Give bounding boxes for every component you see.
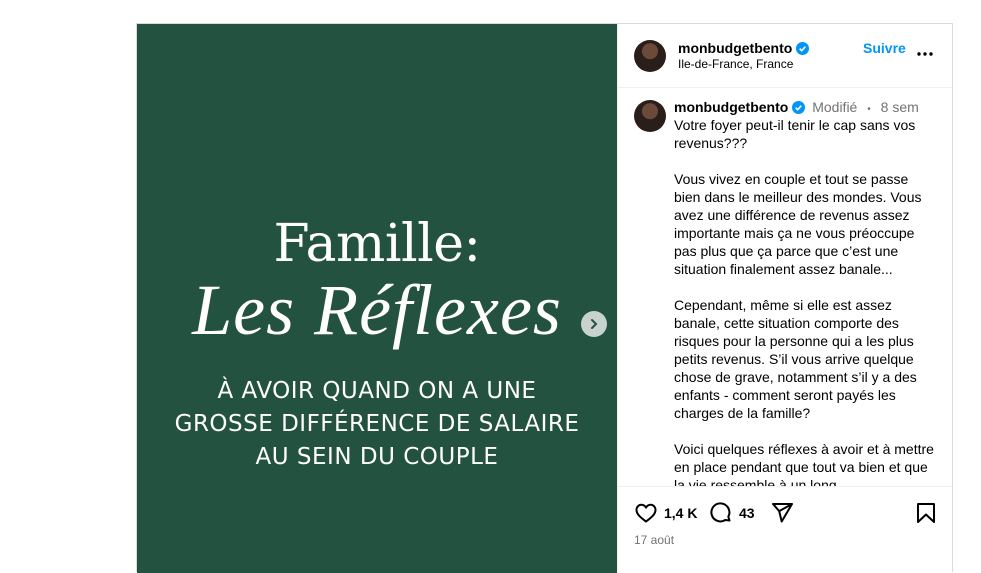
header-user: monbudgetbento [678,40,810,58]
image-subtitle-line-1: À AVOIR QUAND ON A UNE [217,378,537,404]
post-image[interactable]: Famille: Les Réflexes À AVOIR QUAND ON A… [137,24,617,573]
caption-avatar[interactable] [634,100,666,132]
image-script-title: Les Réflexes [192,270,562,350]
comment-group: 43 [709,501,755,525]
like-count[interactable]: 1,4 K [664,505,697,521]
save-group [914,501,938,525]
follow-button[interactable]: Suivre [863,40,906,56]
caption-header: monbudgetbento Modifié • 8 sem [674,99,919,115]
more-options-icon[interactable] [915,44,935,64]
bookmark-icon[interactable] [914,501,938,525]
action-bar: 1,4 K 43 17 août [618,486,952,572]
caption-section: monbudgetbento Modifié • 8 sem Votre foy… [618,88,952,486]
comment-count[interactable]: 43 [739,505,755,521]
heart-icon[interactable] [634,501,658,525]
post-date[interactable]: 17 août [634,533,674,547]
chevron-right-icon [591,319,598,329]
edited-label: Modifié [812,99,858,115]
post-container: Famille: Les Réflexes À AVOIR QUAND ON A… [136,23,953,573]
share-group [770,501,794,525]
meta-separator: • [867,104,871,115]
post-header: monbudgetbento Ile-de-France, France Sui… [618,24,952,88]
location-link[interactable]: Ile-de-France, France [678,57,793,71]
post-time[interactable]: 8 sem [881,99,919,115]
caption-username[interactable]: monbudgetbento [674,99,788,115]
image-subtitle-line-3: AU SEIN DU COUPLE [255,444,499,470]
verified-badge-icon [796,42,810,55]
avatar[interactable] [634,40,666,72]
share-icon[interactable] [770,501,794,525]
comment-icon[interactable] [709,501,733,525]
next-slide-button[interactable] [581,311,607,337]
image-subtitle-line-2: GROSSE DIFFÉRENCE DE SALAIRE [174,411,580,437]
like-group: 1,4 K [634,501,697,525]
verified-badge-icon [792,101,806,114]
image-title: Famille: [273,214,481,274]
caption-text: Votre foyer peut-il tenir le cap sans vo… [674,117,934,486]
post-sidebar: monbudgetbento Ile-de-France, France Sui… [617,24,952,572]
header-username[interactable]: monbudgetbento [678,40,792,56]
